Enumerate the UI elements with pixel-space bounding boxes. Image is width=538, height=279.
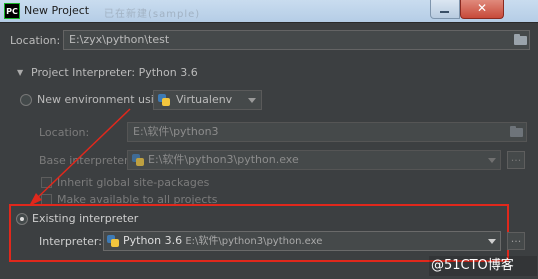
annotation-arrow: [29, 108, 131, 206]
watermark: @51CTO博客: [429, 256, 537, 276]
